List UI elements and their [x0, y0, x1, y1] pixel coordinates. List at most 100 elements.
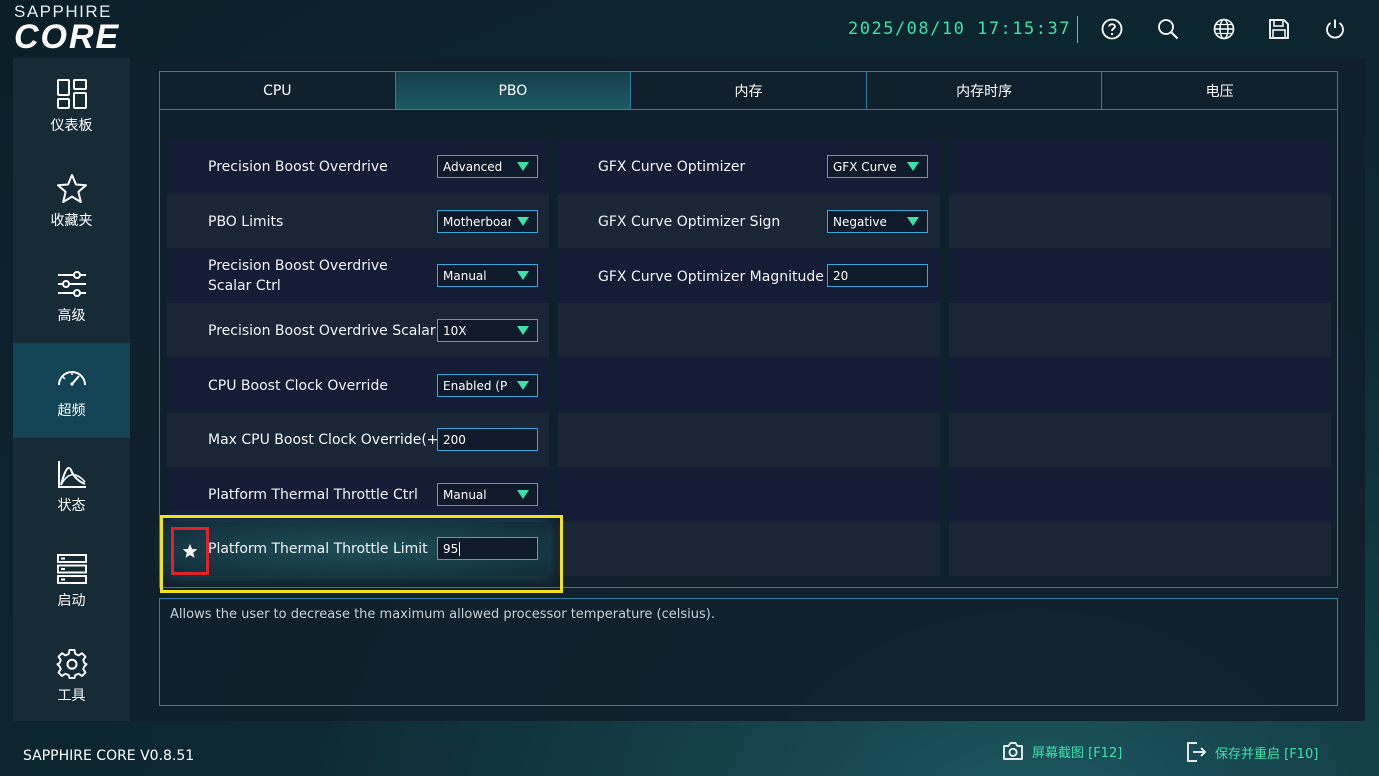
sliders-icon — [55, 267, 89, 301]
setting-label: Precision Boost Overdrive Scalar Ctrl — [208, 258, 388, 294]
empty-row — [949, 413, 1331, 467]
select-value: Motherboar — [443, 214, 511, 229]
save-icon[interactable] — [1266, 16, 1292, 42]
dashboard-icon — [55, 77, 89, 111]
empty-row — [949, 303, 1331, 357]
empty-row — [558, 522, 940, 576]
tab-memory[interactable]: 内存 — [631, 72, 867, 109]
tab-cpu[interactable]: CPU — [160, 72, 396, 109]
pbo-limits-select[interactable]: Motherboar — [437, 210, 538, 233]
gear-icon — [55, 647, 89, 681]
gauge-icon — [55, 362, 89, 396]
select-value: Advanced — [443, 159, 503, 174]
setting-label: Precision Boost Overdrive — [208, 159, 388, 175]
sidebar-item-label: 状态 — [57, 497, 86, 514]
pbo-scalar-select[interactable]: 10X — [437, 319, 538, 342]
brand-logo: SAPPHIRE CORE — [14, 3, 164, 55]
setting-label: CPU Boost Clock Override — [208, 378, 388, 394]
globe-icon[interactable] — [1211, 16, 1237, 42]
setting-label: Platform Thermal Throttle Limit — [208, 541, 428, 557]
brand-main-text: CORE — [14, 18, 121, 56]
sidebar-item-label: 工具 — [57, 687, 86, 704]
favorite-toggle[interactable] — [171, 527, 209, 575]
star-icon — [55, 172, 89, 206]
save-restart-button[interactable]: 保存并重启 [F10] — [1185, 741, 1318, 763]
empty-row — [558, 467, 940, 521]
version-label: SAPPHIRE CORE V0.8.51 — [23, 748, 195, 764]
select-value: Manual — [443, 487, 487, 502]
empty-row — [949, 139, 1331, 193]
sidebar-item-status[interactable]: 状态 — [13, 438, 130, 533]
screenshot-label: 屏幕截图 [F12] — [1032, 745, 1123, 761]
text-cursor — [459, 541, 461, 556]
sidebar-item-tools[interactable]: 工具 — [13, 628, 130, 723]
chart-icon — [55, 457, 89, 491]
camera-icon — [1003, 742, 1023, 760]
sidebar-item-dashboard[interactable]: 仪表板 — [13, 58, 130, 153]
sidebar-item-label: 启动 — [57, 592, 86, 609]
header-divider — [1077, 16, 1078, 43]
setting-label: GFX Curve Optimizer Sign — [598, 214, 781, 230]
empty-row — [558, 358, 940, 412]
empty-row — [558, 413, 940, 467]
tab-voltage[interactable]: 电压 — [1102, 72, 1337, 109]
select-value: Enabled (P — [443, 378, 508, 393]
sidebar: 仪表板 收藏夹 高级 超频 状态 启动 工具 — [13, 58, 130, 721]
sidebar-item-overclock[interactable]: 超频 — [13, 343, 130, 438]
pbo-scalar-ctrl-select[interactable]: Manual — [437, 264, 538, 287]
favorite-star-icon — [182, 544, 198, 558]
sidebar-item-label: 超频 — [57, 402, 86, 419]
setting-label: PBO Limits — [208, 214, 284, 230]
datetime-display: 2025/08/10 17:15:37 — [848, 19, 1071, 39]
dropdown-caret-icon — [907, 162, 919, 171]
empty-row — [949, 249, 1331, 303]
dropdown-caret-icon — [517, 490, 529, 499]
thermal-throttle-ctrl-select[interactable]: Manual — [437, 483, 538, 506]
max-boost-clock-input[interactable]: 200 — [437, 428, 538, 451]
setting-label: Max CPU Boost Clock Override(+) — [208, 432, 444, 448]
tab-memory-timing[interactable]: 内存时序 — [866, 72, 1103, 109]
screenshot-button[interactable]: 屏幕截图 [F12] — [1002, 741, 1122, 761]
empty-row — [949, 522, 1331, 576]
gfx-curve-optimizer-sign-select[interactable]: Negative — [827, 210, 928, 233]
dropdown-caret-icon — [907, 217, 919, 226]
sidebar-item-label: 收藏夹 — [50, 212, 93, 229]
setting-label: GFX Curve Optimizer Magnitude — [598, 269, 824, 285]
help-icon[interactable] — [1099, 16, 1125, 42]
empty-row — [949, 467, 1331, 521]
select-value: Manual — [443, 268, 487, 283]
exit-icon — [1187, 742, 1207, 762]
sidebar-item-favorites[interactable]: 收藏夹 — [13, 153, 130, 248]
dropdown-caret-icon — [517, 326, 529, 335]
setting-label: Platform Thermal Throttle Ctrl — [208, 487, 418, 503]
dropdown-caret-icon — [517, 381, 529, 390]
gfx-curve-magnitude-input[interactable]: 20 — [827, 264, 928, 287]
power-icon[interactable] — [1322, 16, 1348, 42]
empty-row — [949, 194, 1331, 248]
select-value: GFX Curve — [833, 159, 897, 174]
search-icon[interactable] — [1155, 16, 1181, 42]
tab-bar: CPU PBO 内存 内存时序 电压 — [159, 71, 1338, 110]
setting-label: GFX Curve Optimizer — [598, 159, 746, 175]
sidebar-item-label: 仪表板 — [50, 117, 93, 134]
setting-label: Precision Boost Overdrive Scalar — [208, 323, 436, 339]
empty-row — [558, 303, 940, 357]
server-icon — [55, 552, 89, 586]
dropdown-caret-icon — [517, 217, 529, 226]
dropdown-caret-icon — [517, 271, 529, 280]
tab-pbo[interactable]: PBO — [395, 72, 632, 109]
select-value: 10X — [443, 323, 467, 338]
setting-description: Allows the user to decrease the maximum … — [159, 598, 1338, 706]
sidebar-item-advanced[interactable]: 高级 — [13, 248, 130, 343]
input-value: 95 — [443, 541, 459, 556]
dropdown-caret-icon — [517, 162, 529, 171]
gfx-curve-optimizer-select[interactable]: GFX Curve — [827, 155, 928, 178]
sidebar-item-label: 高级 — [57, 307, 86, 324]
save-restart-label: 保存并重启 [F10] — [1215, 746, 1319, 762]
sidebar-item-boot[interactable]: 启动 — [13, 533, 130, 628]
empty-row — [949, 358, 1331, 412]
thermal-throttle-limit-input[interactable]: 95 — [437, 537, 538, 560]
cpu-boost-clock-override-select[interactable]: Enabled (P — [437, 374, 538, 397]
select-value: Negative — [833, 214, 887, 229]
pbo-mode-select[interactable]: Advanced — [437, 155, 538, 178]
